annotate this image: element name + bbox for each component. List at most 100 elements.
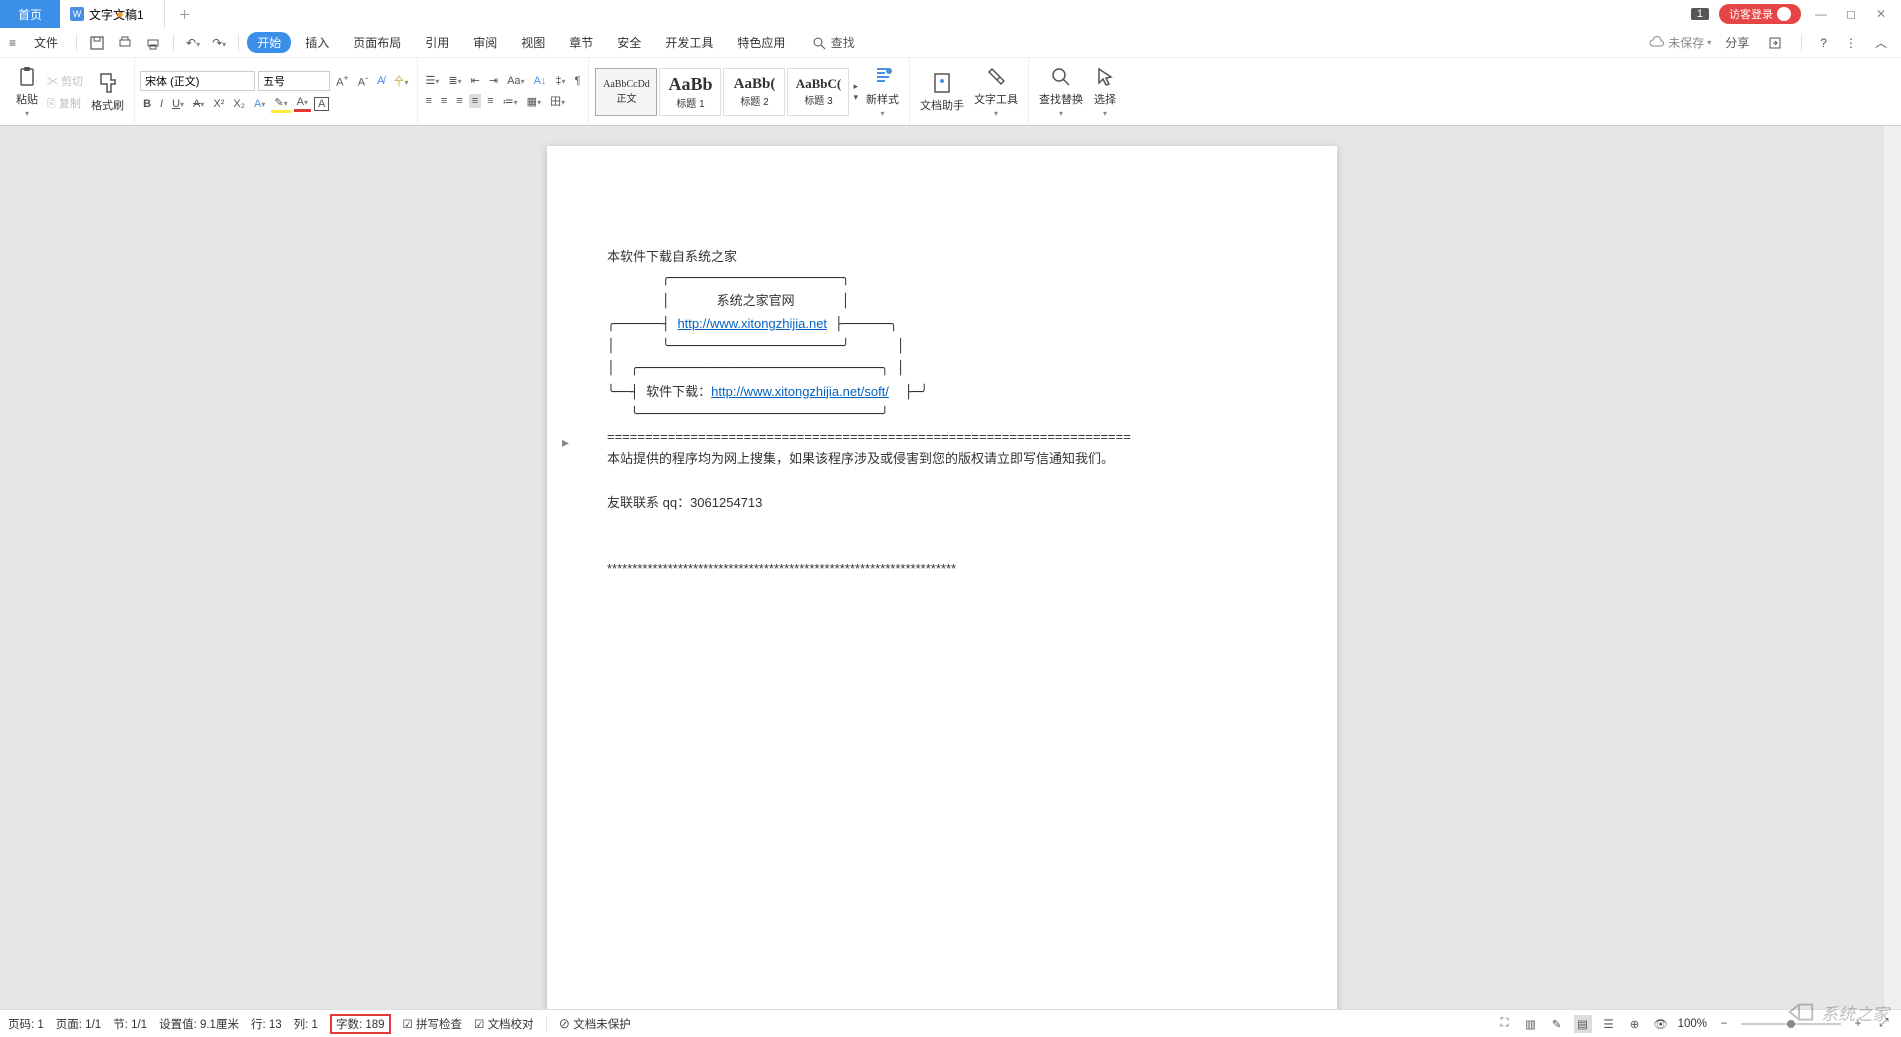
align-left-button[interactable]: ≡ <box>423 94 435 108</box>
align-justify-button[interactable]: ≡ <box>469 94 481 108</box>
app-menu-icon[interactable]: ≡ <box>5 34 20 52</box>
clear-format-button[interactable]: A̸ <box>374 74 387 88</box>
undo-icon[interactable]: ↶▾ <box>182 34 204 52</box>
status-doc-review[interactable]: ☑ 文档校对 <box>474 1016 534 1032</box>
select-button[interactable]: 选择▾ <box>1088 63 1122 120</box>
align-distribute-button[interactable]: ≡ <box>484 94 496 108</box>
doc-url-homepage[interactable]: http://www.xitongzhijia.net <box>677 316 827 331</box>
print-layout-icon[interactable]: ▤ <box>1574 1015 1592 1033</box>
status-word-count[interactable]: 字数: 189 <box>330 1014 391 1034</box>
shading-button[interactable]: ▦▾ <box>524 94 544 109</box>
close-button[interactable]: ✕ <box>1871 7 1891 21</box>
redo-icon[interactable]: ↷▾ <box>208 34 230 52</box>
login-badge[interactable]: 访客登录 <box>1719 4 1801 24</box>
document-page[interactable]: ▸ 本软件下载自系统之家 ╭──────────────────────╮ │ … <box>547 146 1337 1009</box>
font-color-button[interactable]: A▾ <box>294 95 311 112</box>
text-effects-button[interactable]: A▾ <box>251 97 268 111</box>
underline-button[interactable]: U▾ <box>169 97 187 111</box>
status-line[interactable]: 行: 13 <box>251 1016 282 1032</box>
subscript-button[interactable]: X₂ <box>230 97 248 111</box>
change-case-button[interactable]: Aa▾ <box>504 74 527 88</box>
align-center-button[interactable]: ≡ <box>438 94 450 108</box>
doc-helper-button[interactable]: 文档助手 <box>915 69 969 115</box>
number-list-button[interactable]: ≣▾ <box>445 73 464 88</box>
decrease-font-button[interactable]: A- <box>355 72 371 90</box>
menu-tab-dev-tools[interactable]: 开发工具 <box>655 32 723 53</box>
new-tab-button[interactable]: ＋ <box>165 6 205 23</box>
print-preview-icon[interactable] <box>113 33 137 53</box>
style-heading2[interactable]: AaBb( 标题 2 <box>723 68 785 116</box>
minimize-button[interactable]: — <box>1811 7 1831 21</box>
indent-button[interactable]: ≔▾ <box>500 94 521 109</box>
find-replace-button[interactable]: 查找替换▾ <box>1034 63 1088 120</box>
superscript-button[interactable]: X² <box>210 97 227 111</box>
status-column[interactable]: 列: 1 <box>294 1016 318 1032</box>
show-marks-button[interactable]: ¶ <box>572 74 584 88</box>
collapse-ribbon-icon[interactable]: ︿ <box>1871 32 1891 53</box>
increase-font-button[interactable]: A+ <box>333 72 352 90</box>
italic-button[interactable]: I <box>157 97 166 111</box>
search-button[interactable]: 查找 <box>807 32 858 54</box>
cloud-unsaved-status[interactable]: 未保存▾ <box>1649 34 1711 51</box>
focus-mode-icon[interactable]: 👁 <box>1652 1015 1670 1033</box>
export-icon[interactable] <box>1763 33 1787 53</box>
menu-tab-page-layout[interactable]: 页面布局 <box>343 32 411 53</box>
save-icon[interactable] <box>85 33 109 53</box>
font-name-combo[interactable] <box>140 71 255 91</box>
borders-button[interactable]: 田▾ <box>547 92 568 110</box>
menu-tab-review[interactable]: 审阅 <box>463 32 507 53</box>
reading-view-icon[interactable]: ▥ <box>1522 1015 1540 1033</box>
cut-button[interactable]: ✂ 剪切 <box>44 72 86 90</box>
help-icon[interactable]: ? <box>1816 34 1831 52</box>
menu-tab-insert[interactable]: 插入 <box>295 32 339 53</box>
share-button[interactable]: 分享 <box>1721 32 1753 53</box>
outline-view-icon[interactable]: ☰ <box>1600 1015 1618 1033</box>
menu-tab-references[interactable]: 引用 <box>415 32 459 53</box>
menu-tab-security[interactable]: 安全 <box>607 32 651 53</box>
menu-tab-start[interactable]: 开始 <box>247 32 291 53</box>
doc-url-download[interactable]: http://www.xitongzhijia.net/soft/ <box>711 384 889 399</box>
char-border-button[interactable]: A <box>314 97 329 111</box>
increase-indent-button[interactable]: ⇥ <box>486 73 501 88</box>
status-doc-protection[interactable]: ⊘ 文档未保护 <box>559 1016 631 1032</box>
zoom-level[interactable]: 100% <box>1678 1018 1707 1030</box>
paste-button[interactable]: 粘贴▾ <box>10 63 44 120</box>
status-section[interactable]: 节: 1/1 <box>113 1016 147 1032</box>
edit-view-icon[interactable]: ✎ <box>1548 1015 1566 1033</box>
align-right-button[interactable]: ≡ <box>453 94 465 108</box>
copy-button[interactable]: ⎘ 复制 <box>44 94 86 112</box>
fullscreen-icon[interactable]: ⛶ <box>1496 1015 1514 1033</box>
print-icon[interactable] <box>141 33 165 53</box>
sort-button[interactable]: A↓ <box>531 74 550 88</box>
document-viewport[interactable]: ▸ 本软件下载自系统之家 ╭──────────────────────╮ │ … <box>0 126 1884 1009</box>
font-size-combo[interactable] <box>258 71 330 91</box>
zoom-out-button[interactable]: − <box>1715 1015 1733 1033</box>
menu-tab-view[interactable]: 视图 <box>511 32 555 53</box>
format-painter-button[interactable]: 格式刷 <box>86 69 129 115</box>
status-page-number[interactable]: 页码: 1 <box>8 1016 44 1032</box>
web-layout-icon[interactable]: ⊕ <box>1626 1015 1644 1033</box>
highlight-button[interactable]: ✎▾ <box>271 95 290 113</box>
status-spell-check[interactable]: ☑ 拼写检查 <box>403 1016 463 1032</box>
tab-home[interactable]: 首页 <box>0 0 60 28</box>
bold-button[interactable]: B <box>140 97 154 111</box>
styles-expand-button[interactable]: ▸▾ <box>850 80 861 104</box>
style-heading3[interactable]: AaBbC( 标题 3 <box>787 68 849 116</box>
tab-document[interactable]: W 文字文稿1 ● <box>60 0 165 28</box>
menu-tab-special[interactable]: 特色应用 <box>727 32 795 53</box>
text-tools-button[interactable]: 文字工具▾ <box>969 63 1023 120</box>
line-spacing-button[interactable]: ‡▾ <box>552 74 568 88</box>
menu-file[interactable]: 文件 <box>24 32 68 53</box>
status-position[interactable]: 设置值: 9.1厘米 <box>159 1016 239 1032</box>
status-page[interactable]: 页面: 1/1 <box>56 1016 101 1032</box>
style-heading1[interactable]: AaBb 标题 1 <box>659 68 721 116</box>
new-style-button[interactable]: 新样式▾ <box>861 63 904 120</box>
style-body[interactable]: AaBbCcDd 正文 <box>595 68 657 116</box>
decrease-indent-button[interactable]: ⇤ <box>468 73 483 88</box>
vertical-scrollbar[interactable] <box>1884 126 1901 1009</box>
bullet-list-button[interactable]: ☰▾ <box>423 73 443 88</box>
menu-tab-section[interactable]: 章节 <box>559 32 603 53</box>
strikethrough-button[interactable]: A▾ <box>190 97 207 111</box>
page-marker-icon[interactable]: ▸ <box>562 431 569 455</box>
phonetic-guide-button[interactable]: 㐃▾ <box>391 72 412 90</box>
